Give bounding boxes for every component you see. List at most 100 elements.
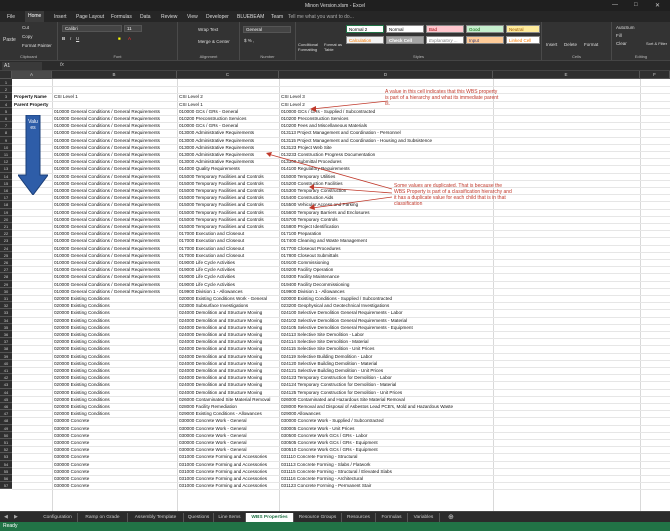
cell-b[interactable]: 020000 Existing Conditions	[53, 331, 177, 338]
cell-b[interactable]: 020000 Existing Conditions	[53, 317, 177, 324]
row-header[interactable]: 50	[0, 431, 12, 439]
cell-d[interactable]: 026000 Contaminated and Hazardous Site M…	[280, 396, 493, 403]
cell-c[interactable]: 024000 Demolition and Structure Moving	[178, 309, 279, 316]
cell-c[interactable]: 024000 Demolition and Structure Moving	[178, 338, 279, 345]
cell-d[interactable]: 024124 Temporary Construction for Demoli…	[280, 381, 493, 388]
row-header[interactable]: 55	[0, 467, 12, 475]
cell-d[interactable]: 024121 Selective Building Demolition - U…	[280, 367, 493, 374]
cell-c[interactable]: 024000 Demolition and Structure Moving	[178, 331, 279, 338]
cell-d[interactable]: 030500 Concrete Work GCs / GRs - Labor	[280, 432, 493, 439]
cell-d[interactable]: 024100 Selective Demolition General Requ…	[280, 309, 493, 316]
cell-c[interactable]: 028000 Facility Remediation	[178, 403, 279, 410]
cell-b[interactable]: 020000 Existing Conditions	[53, 396, 177, 403]
format-as-table-button[interactable]: Format as Table	[324, 42, 346, 52]
cell-b[interactable]: 020000 Existing Conditions	[53, 403, 177, 410]
cell-d[interactable]: 020000 Existing Conditions - Supplied / …	[280, 295, 493, 302]
tell-me-box[interactable]: Tell me what you want to do...	[288, 14, 354, 20]
cell-b[interactable]: 020000 Existing Conditions	[53, 367, 177, 374]
cell-c[interactable]: 024000 Demolition and Structure Moving	[178, 324, 279, 331]
tab-team[interactable]: Team	[268, 13, 286, 22]
tab-view[interactable]: View	[184, 13, 201, 22]
cell-d[interactable]: 024102 Selective Demolition General Requ…	[280, 317, 493, 324]
row-header[interactable]: 49	[0, 424, 12, 432]
cell-b[interactable]: 030000 Concrete	[53, 468, 177, 475]
cell-b[interactable]: 030000 Concrete	[53, 417, 177, 424]
row-header[interactable]: 57	[0, 482, 12, 490]
currency-icon[interactable]: $ % ,	[244, 38, 254, 43]
row-header[interactable]: 45	[0, 395, 12, 403]
bold-icon[interactable]: B	[62, 36, 65, 41]
minimize-icon[interactable]: —	[612, 2, 618, 8]
cell-d[interactable]: 024120 Selective Building Demolition - M…	[280, 360, 493, 367]
row-header[interactable]: 33	[0, 309, 12, 317]
tab-formulas[interactable]: Formulas	[108, 13, 135, 22]
row-header[interactable]: 32	[0, 302, 12, 310]
fill-color-icon[interactable]: ■	[118, 36, 121, 41]
cell-b[interactable]: 030000 Concrete	[53, 446, 177, 453]
tab-home[interactable]: Home	[25, 11, 45, 22]
cell-c[interactable]: 024000 Demolition and Structure Moving	[178, 381, 279, 388]
row-header[interactable]: 39	[0, 352, 12, 360]
sheet-tab-resources[interactable]: Resources	[342, 513, 376, 522]
cell-c[interactable]: 031000 Concrete Forming and Accessories	[178, 482, 279, 489]
row-header[interactable]: 31	[0, 295, 12, 303]
style-calculation[interactable]: Calculation	[346, 36, 384, 44]
cell-c[interactable]: 024000 Demolition and Structure Moving	[178, 317, 279, 324]
row-header[interactable]: 42	[0, 374, 12, 382]
cell-d[interactable]: 031116 Concrete Forming - Architectural	[280, 475, 493, 482]
autosum-button[interactable]: AutoSum	[616, 25, 635, 30]
row-header[interactable]: 43	[0, 381, 12, 389]
sheet-tab-configuration[interactable]: Configuration	[38, 513, 78, 522]
cell-d[interactable]: 030000 Concrete Work - Supplied / Subcon…	[280, 417, 493, 424]
row-header[interactable]: 53	[0, 453, 12, 461]
wrap-text-button[interactable]: Wrap Text	[198, 27, 218, 32]
cell-c[interactable]: 030000 Concrete Work - General	[178, 417, 279, 424]
sort-filter-button[interactable]: Sort & Filter	[646, 41, 667, 46]
cell-c[interactable]: 019900 Division 1 - Allowances	[178, 288, 279, 295]
column-header-f[interactable]: F	[640, 71, 670, 79]
cell-b[interactable]: 020000 Existing Conditions	[53, 338, 177, 345]
copy-button[interactable]: Copy	[22, 34, 33, 39]
cell-b[interactable]: 020000 Existing Conditions	[53, 309, 177, 316]
cell-c[interactable]: 024000 Demolition and Structure Moving	[178, 374, 279, 381]
row-header[interactable]: 54	[0, 460, 12, 468]
cell-b[interactable]: 010000 General Conditions / General Requ…	[53, 281, 177, 288]
row-header[interactable]: 48	[0, 417, 12, 425]
cell-c[interactable]: 024000 Demolition and Structure Moving	[178, 367, 279, 374]
row-header[interactable]: 52	[0, 446, 12, 454]
cell-c[interactable]: 029000 Existing Conditions - Allowances	[178, 410, 279, 417]
sheet-tab-wbs-properties[interactable]: WBS Properties	[246, 513, 294, 522]
insert-cells-button[interactable]: Insert	[546, 42, 557, 47]
cell-c[interactable]: 031000 Concrete Forming and Accessories	[178, 475, 279, 482]
delete-cells-button[interactable]: Delete	[564, 42, 577, 47]
tab-developer[interactable]: Developer	[203, 13, 232, 22]
italic-icon[interactable]: I	[70, 36, 71, 41]
row-header[interactable]: 47	[0, 410, 12, 418]
cell-b[interactable]: 030000 Concrete	[53, 461, 177, 468]
cell-d[interactable]: 024115 Selective Site Demolition - Unit …	[280, 345, 493, 352]
cell-d[interactable]: 030510 Concrete Work GCs / GRs - Equipme…	[280, 446, 493, 453]
row-header[interactable]: 35	[0, 323, 12, 331]
cell-c[interactable]: 030000 Concrete Work - General	[178, 432, 279, 439]
cell-d[interactable]: 024123 Temporary Construction for Demoli…	[280, 374, 493, 381]
scroll-left-icon[interactable]: ◀	[4, 514, 8, 520]
font-size-select[interactable]: 11	[124, 25, 142, 32]
column-header-d[interactable]: D	[279, 71, 493, 79]
worksheet-grid[interactable]: 1 2 3 Property Name CSI Level 1 CSI Level 2 CS…	[0, 79, 670, 511]
cell-b[interactable]: 020000 Existing Conditions	[53, 374, 177, 381]
style-good[interactable]: Good	[466, 25, 504, 33]
column-header-e[interactable]: E	[493, 71, 640, 79]
style-normal-2[interactable]: Normal 2	[346, 25, 384, 33]
cell-c[interactable]: 024000 Demolition and Structure Moving	[178, 345, 279, 352]
fill-button[interactable]: Fill	[616, 33, 622, 38]
cell-d[interactable]: 029000 Allowances	[280, 410, 493, 417]
format-cells-button[interactable]: Format	[584, 42, 598, 47]
tab-page-layout[interactable]: Page Layout	[73, 13, 107, 22]
cell-d[interactable]: 031110 Concrete Forming - Structural	[280, 453, 493, 460]
cell-b[interactable]: 020000 Existing Conditions	[53, 410, 177, 417]
sheet-tab-assembly-template[interactable]: Assembly Template	[128, 513, 184, 522]
cell-c[interactable]: 024000 Demolition and Structure Moving	[178, 360, 279, 367]
cell-b[interactable]: 030000 Concrete	[53, 425, 177, 432]
style-check-cell[interactable]: Check Cell	[386, 36, 424, 44]
cell-c[interactable]: 024000 Demolition and Structure Moving	[178, 353, 279, 360]
